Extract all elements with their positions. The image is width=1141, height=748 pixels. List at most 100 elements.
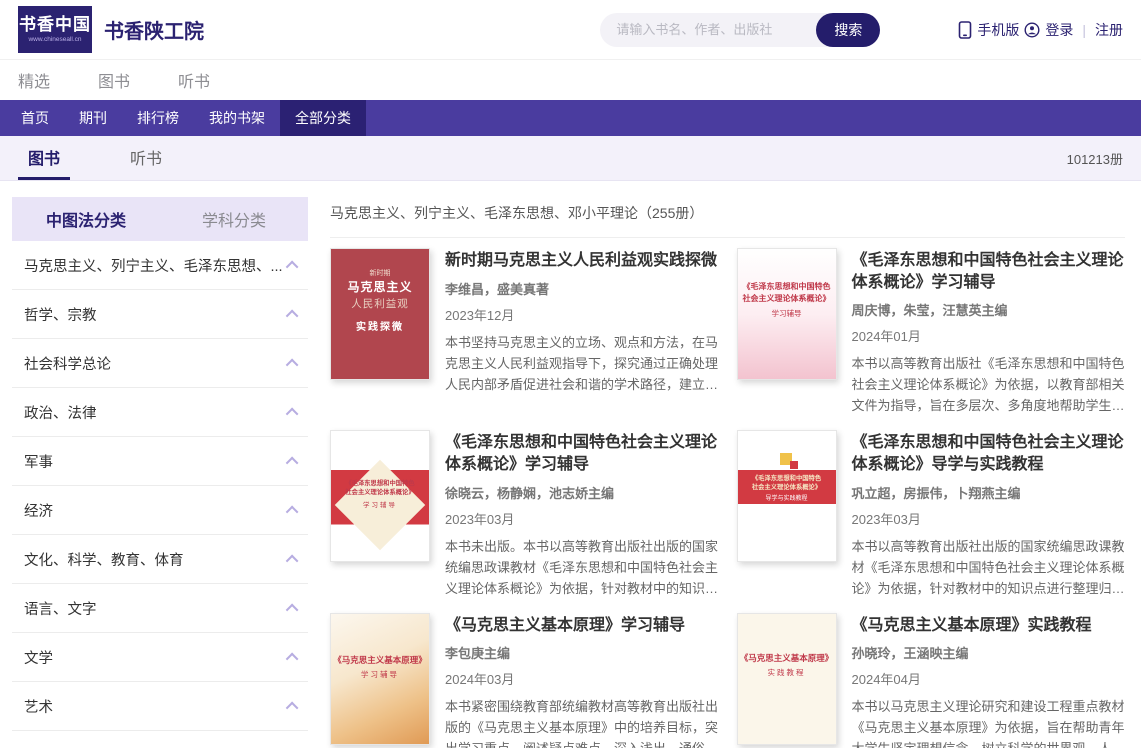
cover-text: 学习辅导 bbox=[363, 501, 397, 510]
book-cover[interactable]: 《毛泽东思想和中国特色社会主义理论体系概论》学习辅导 bbox=[330, 430, 430, 562]
quick-links: 手机版 登录 | 注册 bbox=[958, 20, 1123, 40]
search-bar: 搜索 bbox=[600, 13, 880, 47]
category-label: 社会科学总论 bbox=[24, 353, 111, 374]
cover-text: 新时期 bbox=[370, 269, 391, 279]
category-label: 文学 bbox=[24, 647, 53, 668]
book-card[interactable]: 《马克思主义基本原理》学习辅导《马克思主义基本原理》学习辅导李包庚主编2024年… bbox=[330, 613, 719, 748]
book-card[interactable]: 《马克思主义基本原理》实践教程《马克思主义基本原理》实践教程孙晓玲，王涵映主编2… bbox=[737, 613, 1126, 748]
book-description: 本书坚持马克思主义的立场、观点和方法，在马克思主义人民利益观指导下，探究通过正确… bbox=[445, 332, 719, 395]
site-name: 书香陕工院 bbox=[104, 15, 204, 44]
book-cover[interactable]: 《毛泽东思想和中国特色社会主义理论体系概论》学习辅导 bbox=[737, 248, 837, 380]
mobile-link[interactable]: 手机版 bbox=[977, 20, 1019, 40]
book-card[interactable]: 《毛泽东思想和中国特色社会主义理论体系概论》学习辅导《毛泽东思想和中国特色社会主… bbox=[737, 248, 1126, 416]
chevron-up-icon bbox=[286, 505, 299, 518]
tab-听书[interactable]: 听书 bbox=[120, 136, 172, 180]
cover-text: 学习辅导 bbox=[772, 309, 802, 320]
logo-title: 书香中国 bbox=[19, 16, 91, 35]
category-label: 马克思主义、列宁主义、毛泽东思想、... bbox=[24, 255, 283, 276]
sidebar-category-item[interactable]: 军事 bbox=[12, 437, 308, 486]
cover-text: 实践教程 bbox=[768, 668, 806, 679]
sidebar-category-item[interactable]: 社会科学总论 bbox=[12, 339, 308, 388]
main-nav-item-3[interactable]: 排行榜 bbox=[122, 100, 194, 136]
sidebar-category-item[interactable]: 语言、文字 bbox=[12, 584, 308, 633]
book-info: 《毛泽东思想和中国特色社会主义理论体系概论》导学与实践教程巩立超，房振伟，卜翔燕… bbox=[852, 430, 1126, 598]
chevron-up-icon bbox=[286, 260, 299, 273]
chevron-up-icon bbox=[286, 358, 299, 371]
content-tab-bar: 图书听书 101213册 bbox=[0, 136, 1141, 181]
book-title[interactable]: 新时期马克思主义人民利益观实践探微 bbox=[445, 250, 719, 272]
cover-text: 导学与实践教程 bbox=[765, 495, 807, 504]
top-nav-item-1[interactable]: 精选 bbox=[18, 68, 50, 92]
book-list-panel: 马克思主义、列宁主义、毛泽东思想、邓小平理论（255册） 新时期马克思主义人民利… bbox=[330, 197, 1125, 748]
category-sidebar: 中图法分类学科分类 马克思主义、列宁主义、毛泽东思想、... 哲学、宗教社会科学总… bbox=[12, 197, 308, 748]
book-card[interactable]: 新时期马克思主义人民利益观实践探微新时期马克思主义人民利益观实践探微李维昌，盛美… bbox=[330, 248, 719, 416]
sidebar-category-item[interactable]: 文学 bbox=[12, 633, 308, 682]
category-label: 语言、文字 bbox=[24, 598, 97, 619]
book-card[interactable]: 《毛泽东思想和中国特色社会主义理论体系概论》导学与实践教程《毛泽东思想和中国特色… bbox=[737, 430, 1126, 598]
cover-text: 社会主义理论体系概论》 bbox=[345, 488, 414, 497]
register-link[interactable]: 注册 bbox=[1095, 20, 1123, 40]
cover-text: 人民利益观 bbox=[351, 297, 409, 312]
book-description: 本书以高等教育出版社出版的国家统编思政课教材《毛泽东思想和中国特色社会主义理论体… bbox=[852, 536, 1126, 599]
cover-text: 马克思主义 bbox=[347, 279, 412, 296]
book-title[interactable]: 《毛泽东思想和中国特色社会主义理论体系概论》学习辅导 bbox=[445, 432, 719, 475]
book-description: 本书未出版。本书以高等教育出版社出版的国家统编思政课教材《毛泽东思想和中国特色社… bbox=[445, 536, 719, 599]
book-cover[interactable]: 《毛泽东思想和中国特色社会主义理论体系概论》导学与实践教程 bbox=[737, 430, 837, 562]
page-body: 中图法分类学科分类 马克思主义、列宁主义、毛泽东思想、... 哲学、宗教社会科学总… bbox=[0, 181, 1141, 748]
page-header: 书香中国 www.chineseall.cn 书香陕工院 搜索 手机版 登录 |… bbox=[0, 0, 1141, 60]
book-info: 《马克思主义基本原理》实践教程孙晓玲，王涵映主编2024年04月本书以马克思主义… bbox=[852, 613, 1126, 748]
sidebar-tab-1[interactable]: 中图法分类 bbox=[12, 197, 160, 241]
book-author: 巩立超，房振伟，卜翔燕主编 bbox=[852, 483, 1126, 502]
chevron-up-icon bbox=[286, 603, 299, 616]
sidebar-category-item[interactable]: 马克思主义、列宁主义、毛泽东思想、... bbox=[12, 241, 308, 290]
main-nav-item-1[interactable]: 首页 bbox=[6, 100, 64, 136]
sidebar-category-item[interactable]: 历史、地理 bbox=[12, 731, 308, 748]
book-date: 2024年01月 bbox=[852, 326, 1126, 345]
category-label: 哲学、宗教 bbox=[24, 304, 97, 325]
sidebar-category-item[interactable]: 文化、科学、教育、体育 bbox=[12, 535, 308, 584]
cover-text: 《马克思主义基本原理》 bbox=[740, 652, 834, 664]
tab-图书[interactable]: 图书 bbox=[18, 136, 70, 180]
cover-text: 《毛泽东思想和中国特色 bbox=[752, 474, 821, 483]
book-author: 周庆博，朱莹，汪慧英主编 bbox=[852, 300, 1126, 319]
category-heading: 马克思主义、列宁主义、毛泽东思想、邓小平理论（255册） bbox=[330, 197, 1125, 238]
sidebar-category-item[interactable]: 经济 bbox=[12, 486, 308, 535]
top-nav-item-2[interactable]: 图书 bbox=[98, 68, 130, 92]
sidebar-category-item[interactable]: 政治、法律 bbox=[12, 388, 308, 437]
search-button[interactable]: 搜索 bbox=[816, 13, 880, 47]
main-nav-item-2[interactable]: 期刊 bbox=[64, 100, 122, 136]
main-nav-item-5[interactable]: 全部分类 bbox=[280, 100, 366, 136]
book-cover[interactable]: 《马克思主义基本原理》学习辅导 bbox=[330, 613, 430, 745]
book-cover[interactable]: 《马克思主义基本原理》实践教程 bbox=[737, 613, 837, 745]
chevron-up-icon bbox=[286, 554, 299, 567]
site-logo[interactable]: 书香中国 www.chineseall.cn bbox=[18, 6, 92, 53]
link-divider: | bbox=[1082, 22, 1086, 38]
top-nav-item-3[interactable]: 听书 bbox=[178, 68, 210, 92]
book-card[interactable]: 《毛泽东思想和中国特色社会主义理论体系概论》学习辅导《毛泽东思想和中国特色社会主… bbox=[330, 430, 719, 598]
user-icon bbox=[1024, 22, 1040, 38]
category-label: 历史、地理 bbox=[24, 745, 97, 748]
book-description: 本书紧密围绕教育部统编教材高等教育出版社出版的《马克思主义基本原理》中的培养目标… bbox=[445, 696, 719, 748]
top-nav: 精选 图书 听书 bbox=[0, 60, 1141, 100]
sidebar-category-item[interactable]: 哲学、宗教 bbox=[12, 290, 308, 339]
book-date: 2024年04月 bbox=[852, 669, 1126, 688]
book-title[interactable]: 《马克思主义基本原理》实践教程 bbox=[852, 615, 1126, 637]
login-link[interactable]: 登录 bbox=[1045, 20, 1073, 40]
cover-text: 《毛泽东思想和中国特色 bbox=[743, 281, 831, 293]
logo-url: www.chineseall.cn bbox=[28, 36, 81, 43]
cover-text: 学习辅导 bbox=[361, 670, 399, 681]
book-date: 2023年03月 bbox=[852, 509, 1126, 528]
book-grid: 新时期马克思主义人民利益观实践探微新时期马克思主义人民利益观实践探微李维昌，盛美… bbox=[330, 248, 1125, 748]
book-title[interactable]: 《毛泽东思想和中国特色社会主义理论体系概论》导学与实践教程 bbox=[852, 432, 1126, 475]
main-nav: 首页期刊排行榜我的书架全部分类 bbox=[0, 100, 1141, 136]
phone-icon bbox=[958, 21, 972, 39]
sidebar-tab-2[interactable]: 学科分类 bbox=[160, 197, 308, 241]
book-cover[interactable]: 新时期马克思主义人民利益观实践探微 bbox=[330, 248, 430, 380]
book-title[interactable]: 《毛泽东思想和中国特色社会主义理论体系概论》学习辅导 bbox=[852, 250, 1126, 293]
sidebar-tabs: 中图法分类学科分类 bbox=[12, 197, 308, 241]
book-title[interactable]: 《马克思主义基本原理》学习辅导 bbox=[445, 615, 719, 637]
sidebar-category-item[interactable]: 艺术 bbox=[12, 682, 308, 731]
category-label: 政治、法律 bbox=[24, 402, 97, 423]
main-nav-item-4[interactable]: 我的书架 bbox=[194, 100, 280, 136]
chevron-up-icon bbox=[286, 407, 299, 420]
